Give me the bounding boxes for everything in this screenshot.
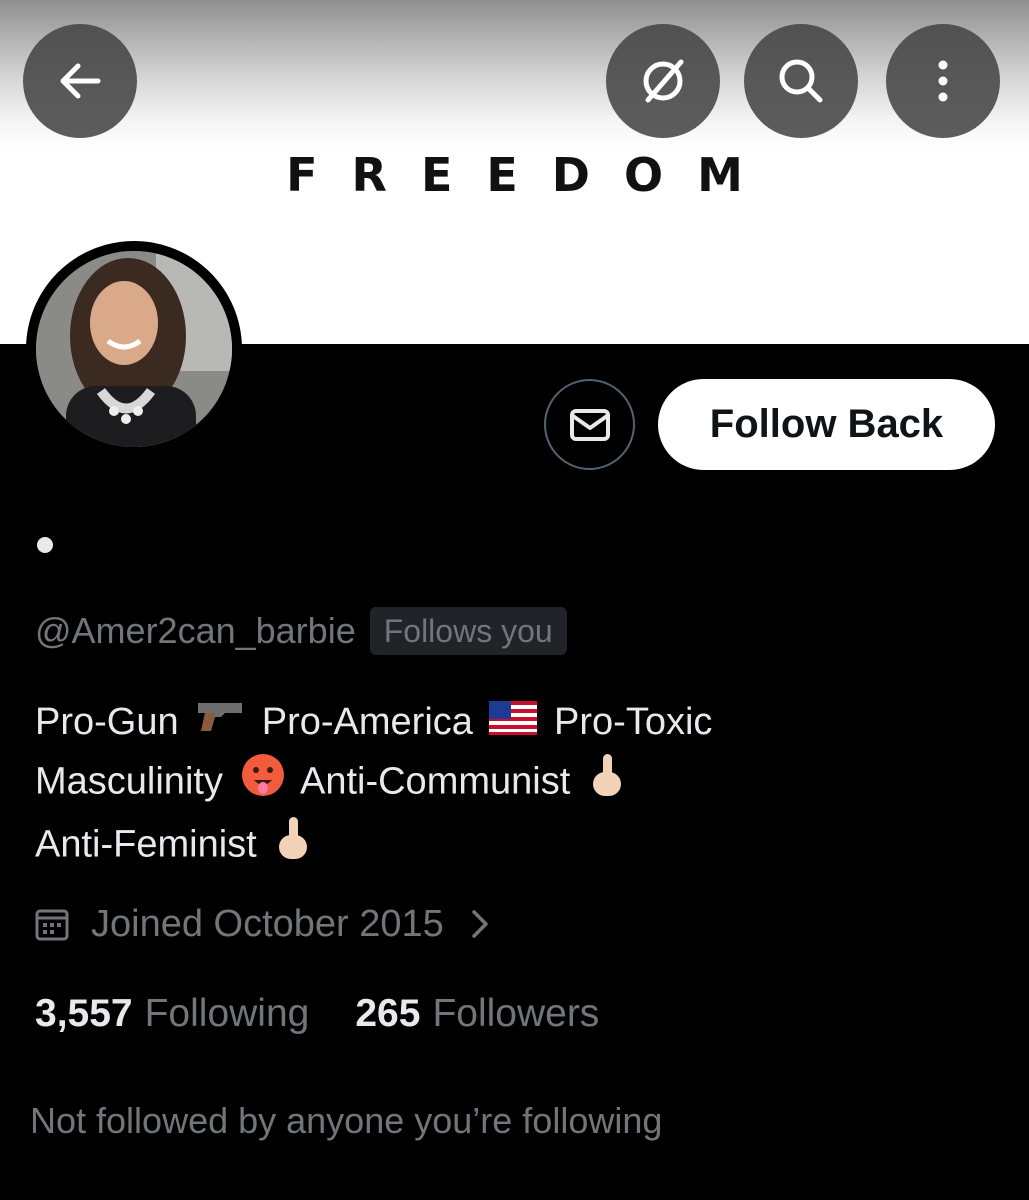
bio-line-3: Anti-Feminist — [35, 815, 995, 878]
banner-text: FREEDOM — [286, 148, 777, 202]
followers-count: 265 — [355, 992, 421, 1035]
not-followed-note: Not followed by anyone you’re following — [30, 1100, 663, 1141]
avatar[interactable] — [26, 241, 242, 457]
handle-row: @Amer2can_barbie Follows you — [35, 607, 567, 655]
following-link[interactable]: 3,557 Following — [35, 992, 309, 1036]
pistol-icon — [195, 695, 245, 752]
bio-line-1: Pro-Gun Pro-America Pro-Toxic — [35, 694, 995, 752]
middle-finger-icon — [273, 815, 313, 878]
more-options-icon — [938, 60, 948, 102]
bio-text: Anti-Communist — [299, 761, 571, 803]
follow-stats: 3,557 Following 265 Followers — [35, 988, 599, 1040]
hot-face-icon — [240, 752, 286, 815]
follow-back-button[interactable]: Follow Back — [658, 379, 995, 470]
bio-line-2: Masculinity Anti-Communist — [35, 752, 995, 815]
followers-link[interactable]: 265 Followers — [355, 992, 599, 1036]
more-options-button[interactable] — [886, 24, 1000, 138]
bio-text: Pro-America — [261, 701, 473, 743]
avatar-image — [36, 251, 232, 447]
back-button[interactable] — [23, 24, 137, 138]
calendar-icon — [35, 909, 69, 941]
middle-finger-icon — [587, 752, 627, 815]
follows-you-badge: Follows you — [369, 607, 567, 655]
bio-text: Pro-Toxic — [554, 701, 713, 743]
message-icon — [569, 408, 610, 441]
bio-text: Anti-Feminist — [35, 824, 257, 866]
user-handle: @Amer2can_barbie — [35, 610, 356, 651]
following-label: Following — [144, 992, 310, 1035]
followers-label: Followers — [432, 992, 600, 1035]
grok-icon — [643, 59, 684, 103]
us-flag-icon — [489, 695, 538, 752]
search-button[interactable] — [744, 24, 858, 138]
joined-date-row[interactable]: Joined October 2015 — [35, 899, 512, 949]
joined-date: Joined October 2015 — [91, 902, 444, 945]
bullet-dot — [37, 537, 53, 553]
search-icon — [779, 59, 823, 103]
grok-button[interactable] — [606, 24, 720, 138]
back-arrow-icon — [60, 63, 101, 99]
bio-text: Masculinity — [35, 761, 223, 803]
bio-text: Pro-Gun — [35, 701, 179, 743]
chevron-right-icon — [472, 910, 488, 938]
message-button[interactable] — [544, 379, 635, 470]
following-count: 3,557 — [35, 992, 133, 1035]
profile-bio: Pro-Gun Pro-America Pro-Toxic Masculinit… — [35, 694, 995, 878]
